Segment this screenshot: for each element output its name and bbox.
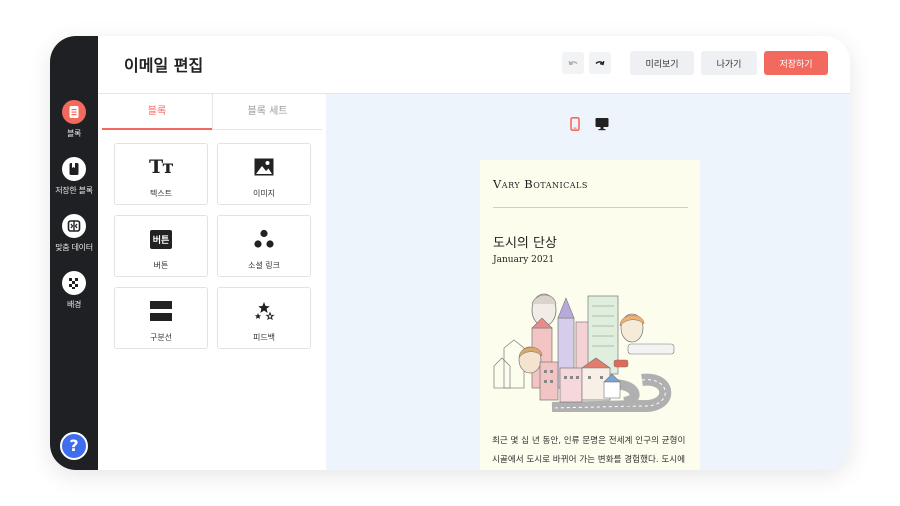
block-tile-text[interactable]: Tт 텍스트: [114, 143, 208, 205]
email-body-line: 시골에서 도시로 바뀌어 가는 변화를 경험했다. 도시에: [492, 455, 686, 465]
panel-tabs: 블록 블록 세트: [102, 94, 322, 130]
block-tile-divider[interactable]: 구분선: [114, 287, 208, 349]
email-divider: [493, 207, 688, 208]
saved-block-icon: [62, 157, 86, 181]
exit-button[interactable]: 나가기: [701, 51, 757, 75]
email-body-text: 최근 몇 십 년 동안, 인류 문명은 전세계 인구의 균형이 시골에서 도시로…: [492, 432, 690, 470]
block-tile-feedback[interactable]: 피드백: [217, 287, 311, 349]
preview-button[interactable]: 미리보기: [630, 51, 694, 75]
rail-item-saved-blocks[interactable]: 저장한 블록: [50, 157, 98, 196]
redo-button[interactable]: [589, 52, 611, 74]
feedback-icon: [218, 300, 310, 322]
tab-block-sets[interactable]: 블록 세트: [212, 94, 322, 130]
text-glyph: Tт: [149, 156, 174, 178]
block-tile-label: 이미지: [252, 189, 276, 198]
email-preview[interactable]: Vary Botanicals 도시의 단상 January 2021 최근 몇…: [480, 160, 700, 470]
help-button[interactable]: ?: [60, 432, 88, 460]
pattern-icon: [62, 271, 86, 295]
block-tile-image[interactable]: 이미지: [217, 143, 311, 205]
blocks-panel: 블록 블록 세트 Tт 텍스트 이미지 버튼 버튼 소셜 링크 구분선 피드백: [98, 94, 326, 470]
block-tile-label: 피드백: [252, 333, 276, 342]
email-brand: Vary Botanicals: [493, 177, 588, 191]
mobile-icon: [570, 117, 580, 131]
button-glyph: 버튼: [149, 229, 173, 249]
rail-label-saved-blocks: 저장한 블록: [55, 186, 93, 195]
header-bar: 이메일 편집 미리보기 나가기 저장하기: [98, 36, 850, 94]
undo-button[interactable]: [562, 52, 584, 74]
rail-label-custom-data: 맞춤 데이터: [55, 243, 93, 252]
rail-label-blocks: 블록: [66, 129, 82, 138]
social-links-icon: [218, 228, 310, 250]
button-icon: 버튼: [115, 228, 207, 250]
text-icon: Tт: [115, 156, 207, 178]
document-icon: [62, 100, 86, 124]
rail-item-blocks[interactable]: 블록: [50, 100, 98, 139]
undo-icon: [568, 61, 578, 66]
city-illustration: [493, 293, 675, 412]
desktop-view-toggle[interactable]: [595, 116, 609, 135]
save-button[interactable]: 저장하기: [764, 51, 828, 75]
custom-data-icon: [62, 214, 86, 238]
rail-label-background: 배경: [66, 300, 82, 309]
image-icon: [218, 156, 310, 178]
block-tile-label: 텍스트: [149, 189, 173, 198]
block-tile-social-links[interactable]: 소셜 링크: [217, 215, 311, 277]
email-canvas: Vary Botanicals 도시의 단상 January 2021 최근 몇…: [326, 94, 850, 470]
email-body-line: 최근 몇 십 년 동안, 인류 문명은 전세계 인구의 균형이: [492, 436, 686, 446]
block-tile-button[interactable]: 버튼 버튼: [114, 215, 208, 277]
block-tile-label: 소셜 링크: [248, 261, 280, 270]
block-tile-label: 구분선: [149, 333, 173, 342]
rail-item-background[interactable]: 배경: [50, 271, 98, 310]
desktop-icon: [595, 118, 609, 131]
redo-icon: [595, 61, 605, 66]
tab-blocks[interactable]: 블록: [102, 94, 212, 130]
email-editor-window: 블록 저장한 블록 맞춤 데이터 배경 ? 이메일 편집 미리보기 나가기 저장…: [50, 36, 850, 470]
email-date: January 2021: [493, 255, 555, 265]
email-headline: 도시의 단상: [493, 236, 557, 251]
mobile-view-toggle[interactable]: [570, 116, 580, 135]
block-tile-label: 버튼: [153, 261, 169, 270]
divider-icon: [115, 300, 207, 322]
page-title: 이메일 편집: [124, 56, 204, 75]
left-rail: 블록 저장한 블록 맞춤 데이터 배경 ?: [50, 36, 98, 470]
rail-item-custom-data[interactable]: 맞춤 데이터: [50, 214, 98, 253]
